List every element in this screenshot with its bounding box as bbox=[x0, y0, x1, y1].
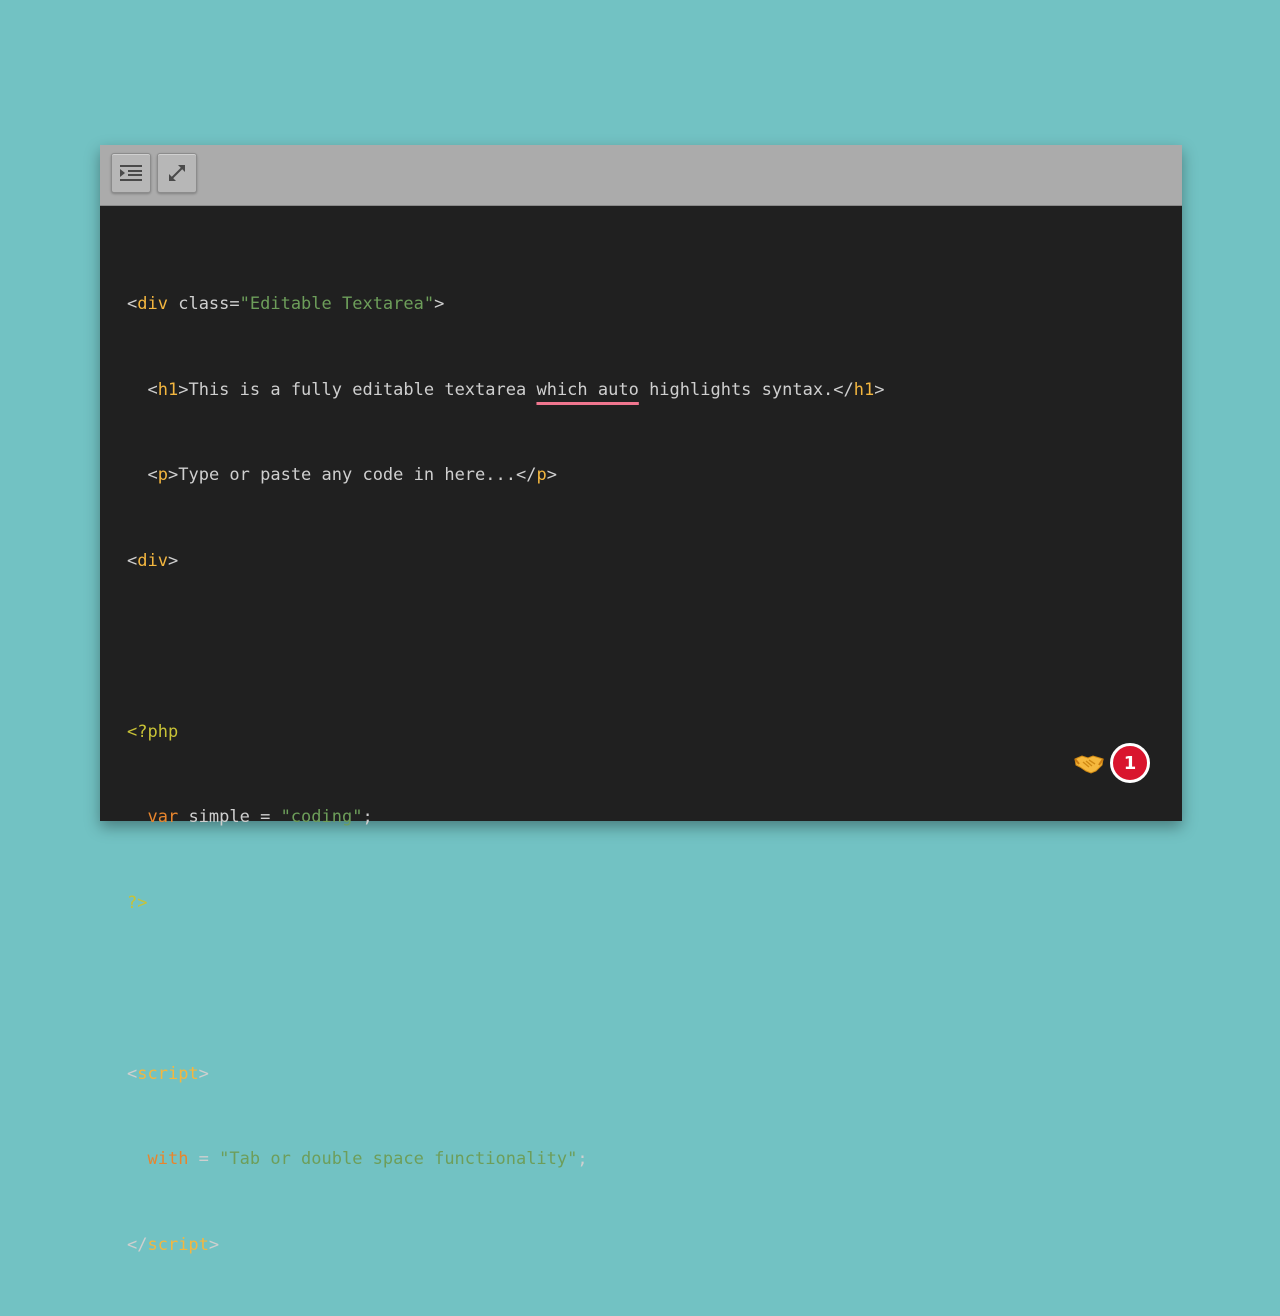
code-line: <p>Type or paste any code in here...</p> bbox=[127, 461, 1162, 490]
tag-name: p bbox=[536, 465, 547, 485]
tag-bracket: > bbox=[874, 379, 885, 400]
text-content: highlights syntax. bbox=[638, 379, 834, 400]
tag-bracket: > bbox=[546, 465, 557, 485]
code-line: with = "Tab or double space functionalit… bbox=[127, 1145, 1162, 1174]
tag-bracket: </ bbox=[833, 379, 854, 400]
expand-icon bbox=[167, 163, 187, 183]
notification-badge[interactable]: 1 bbox=[1110, 743, 1150, 783]
attribute-name: class= bbox=[178, 294, 240, 314]
identifier: simple = bbox=[178, 807, 281, 827]
keyword: var bbox=[147, 807, 179, 827]
text-content: This is a fully editable textarea bbox=[188, 379, 537, 400]
string-literal: "Tab or double space functionality" bbox=[219, 1149, 578, 1169]
tag-bracket: > bbox=[178, 379, 189, 400]
code-line: <h1>This is a fully editable textarea wh… bbox=[127, 376, 1162, 405]
tag-bracket: > bbox=[434, 294, 445, 314]
tag-name: p bbox=[157, 465, 168, 485]
tag-bracket: < bbox=[127, 294, 138, 314]
semicolon: ; bbox=[362, 807, 373, 827]
code-textarea[interactable]: <div class="Editable Textarea"> <h1>This… bbox=[127, 233, 1162, 1255]
indent-icon bbox=[120, 164, 142, 182]
keyword: with bbox=[147, 1149, 189, 1169]
tag-name: h1 bbox=[853, 379, 875, 400]
code-editor-window: <div class="Editable Textarea"> <h1>This… bbox=[100, 145, 1182, 1255]
handshake-icon[interactable] bbox=[1074, 751, 1104, 775]
code-line: </script> bbox=[127, 1231, 1162, 1260]
php-close-tag: ?> bbox=[127, 892, 148, 913]
tag-bracket: > bbox=[167, 465, 179, 485]
indent-button[interactable] bbox=[111, 153, 151, 193]
tag-bracket: > bbox=[208, 1234, 220, 1255]
code-line: <div class="Editable Textarea"> bbox=[127, 290, 1162, 319]
expand-button[interactable] bbox=[157, 153, 197, 193]
semicolon: ; bbox=[577, 1149, 588, 1169]
bottom-widgets: 1 bbox=[1074, 743, 1150, 783]
attribute-value: "Editable Textarea" bbox=[239, 294, 435, 314]
tag-bracket: < bbox=[127, 550, 138, 571]
code-line: <div> bbox=[127, 547, 1162, 576]
text-content: Type or paste any code in here... bbox=[178, 465, 516, 485]
code-line: var simple = "coding"; bbox=[127, 803, 1162, 832]
editor-toolbar bbox=[100, 145, 1182, 206]
code-line: <script> bbox=[127, 1060, 1162, 1089]
code-line: <?php bbox=[127, 718, 1162, 747]
tag-bracket: < bbox=[127, 1063, 138, 1084]
string-literal: "coding" bbox=[280, 807, 363, 827]
tag-name: div bbox=[137, 550, 168, 571]
tag-name: div bbox=[137, 294, 168, 314]
tag-name: h1 bbox=[157, 379, 179, 400]
tag-bracket: < bbox=[147, 465, 158, 485]
php-open-tag: <?php bbox=[127, 721, 179, 742]
tag-bracket: > bbox=[198, 1063, 209, 1084]
spellcheck-underlined-text[interactable]: which auto bbox=[536, 380, 638, 400]
tag-name: script bbox=[147, 1234, 209, 1255]
tag-bracket: </ bbox=[516, 465, 537, 485]
code-line: ?> bbox=[127, 889, 1162, 918]
tag-bracket: < bbox=[147, 379, 158, 400]
tag-name: script bbox=[137, 1063, 199, 1084]
tag-bracket: </ bbox=[127, 1234, 148, 1255]
tag-bracket: > bbox=[167, 550, 179, 571]
operator: = bbox=[188, 1149, 220, 1169]
